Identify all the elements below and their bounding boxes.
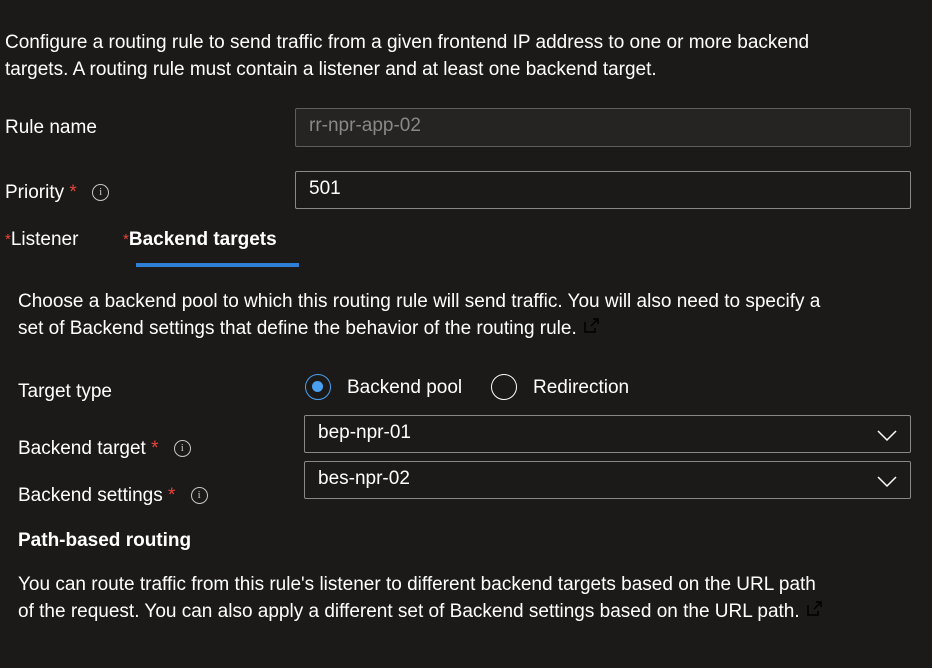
- intro-line-1: Configure a routing rule to send traffic…: [5, 32, 810, 53]
- tab-backend-targets[interactable]: *Backend targets: [123, 226, 277, 253]
- backend-target-label-text: Backend target: [18, 438, 146, 459]
- rule-name-input[interactable]: rr-npr-app-02: [295, 108, 911, 147]
- chevron-down-icon: [877, 476, 897, 488]
- external-link-icon[interactable]: [583, 317, 600, 334]
- external-link-icon[interactable]: [806, 600, 823, 617]
- radio-backend-pool-label[interactable]: Backend pool: [347, 374, 462, 401]
- backend-target-label: Backend target * i: [18, 435, 191, 462]
- tab-backend-targets-label: Backend targets: [128, 229, 277, 250]
- tab-listener-label: Listener: [10, 229, 79, 250]
- radio-redirection[interactable]: [491, 374, 517, 400]
- info-icon[interactable]: i: [190, 487, 208, 505]
- backend-target-value: bep-npr-01: [318, 422, 411, 443]
- path-routing-line-1: You can route traffic from this rule's l…: [18, 574, 816, 595]
- backend-settings-value: bes-npr-02: [318, 468, 410, 489]
- intro-line-2: targets. A routing rule must contain a l…: [5, 59, 657, 80]
- intro-text: Configure a routing rule to send traffic…: [5, 29, 809, 83]
- path-routing-heading: Path-based routing: [18, 530, 192, 551]
- required-asterisk: *: [167, 485, 176, 506]
- path-routing-description: You can route traffic from this rule's l…: [18, 571, 823, 625]
- target-type-label: Target type: [18, 381, 112, 402]
- radio-backend-pool[interactable]: [305, 374, 331, 400]
- active-tab-indicator: [136, 263, 299, 267]
- backend-settings-dropdown[interactable]: bes-npr-02: [304, 461, 911, 499]
- backend-target-dropdown[interactable]: bep-npr-01: [304, 415, 911, 453]
- priority-input[interactable]: 501: [295, 171, 911, 209]
- radio-redirection-label[interactable]: Redirection: [533, 374, 629, 401]
- info-icon[interactable]: i: [92, 184, 110, 202]
- required-asterisk: *: [69, 182, 77, 203]
- rule-name-label: Rule name: [5, 117, 97, 138]
- priority-label-text: Priority: [5, 182, 65, 203]
- priority-label: Priority * i: [5, 179, 110, 206]
- backend-desc-line-2: set of Backend settings that define the …: [18, 318, 577, 339]
- path-routing-line-2: of the request. You can also apply a dif…: [18, 601, 800, 622]
- backend-settings-label-text: Backend settings: [18, 485, 163, 506]
- tab-listener[interactable]: *Listener: [5, 226, 78, 253]
- backend-desc-line-1: Choose a backend pool to which this rout…: [18, 291, 821, 312]
- backend-settings-label: Backend settings * i: [18, 482, 208, 509]
- backend-description: Choose a backend pool to which this rout…: [18, 288, 820, 342]
- required-asterisk: *: [151, 438, 159, 459]
- info-icon[interactable]: i: [173, 440, 191, 458]
- chevron-down-icon: [877, 430, 897, 442]
